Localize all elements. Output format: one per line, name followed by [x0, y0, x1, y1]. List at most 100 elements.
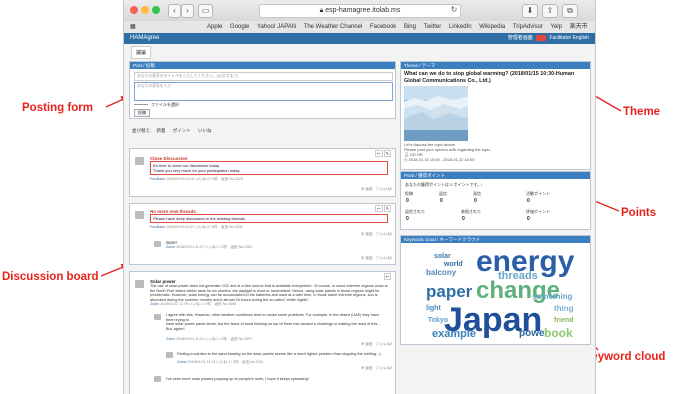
reply-link[interactable]: ⊕ 返信: [361, 232, 373, 236]
post-author[interactable]: Zokru: [166, 337, 175, 341]
points-label: 発信: [473, 191, 481, 196]
file-select-button[interactable]: ファイルを選択: [134, 102, 179, 108]
reply-link[interactable]: ⊕ 返信: [361, 256, 373, 260]
cloud-word[interactable]: paper: [426, 283, 472, 300]
points-label: 評価ポイント: [526, 209, 550, 214]
submit-button[interactable]: 投稿: [134, 109, 150, 117]
reply-line: I agree with this. However, other weathe…: [166, 313, 379, 322]
post-body-line: Please have deep discussion in the exist…: [153, 216, 246, 221]
notification-badge: [536, 34, 547, 41]
nav-admin[interactable]: 管理者画面: [508, 35, 533, 41]
post-meta: 2018/01/21 11:09 いいね 1 / 0件 · 返信 No.2096: [160, 302, 237, 307]
share-icon[interactable]: ⇪: [542, 4, 558, 18]
avatar: [154, 314, 161, 320]
sort-option-points[interactable]: ポイント: [173, 128, 191, 133]
avatar: [135, 211, 144, 219]
points-label: 返信: [439, 191, 447, 196]
cloud-word[interactable]: world: [444, 261, 463, 268]
tabs-icon[interactable]: ⧉: [562, 4, 578, 18]
download-icon[interactable]: ⬇: [522, 4, 538, 18]
address-bar[interactable]: 🔒︎ esp-hamagree.itolab.ms: [259, 4, 461, 18]
reload-icon[interactable]: ↻: [449, 4, 459, 16]
thread-card: ↩ ✎ No more new threads. Please have dee…: [129, 203, 396, 265]
title-bar: ‹ › ▭ 🔒︎ esp-hamagree.itolab.ms ↻ ⬇ ⇪ ⧉: [124, 0, 595, 22]
like-link[interactable]: ♡ いいね!: [376, 342, 392, 346]
post-body-box: It's time to close our discussion today.…: [150, 161, 388, 175]
back-icon[interactable]: ‹: [168, 4, 181, 18]
cloud-word[interactable]: something: [532, 293, 572, 301]
brand-logo[interactable]: HAMAgree: [130, 35, 159, 41]
reply-link[interactable]: ⊕ 返信: [361, 366, 373, 370]
cloud-word[interactable]: friend: [554, 317, 573, 324]
cloud-word[interactable]: solar: [434, 253, 451, 260]
post-body-box: Please have deep discussion in the exist…: [150, 214, 388, 223]
avatar: [154, 376, 161, 382]
post-author[interactable]: Facilitator: [150, 225, 166, 229]
post-author[interactable]: Facilitator: [150, 177, 166, 181]
keyword-cloud-header: Keywords cloud / キーワードクラウド: [401, 236, 590, 243]
post-author[interactable]: Zokru: [166, 245, 175, 249]
fav-item[interactable]: Yelp: [551, 24, 562, 30]
cloud-word[interactable]: thing: [554, 305, 574, 313]
post-item: Close Discussion It's time to close our …: [150, 156, 388, 182]
post-actions: ⊕ 返信 ♡ いいね!: [361, 256, 392, 261]
fav-item[interactable]: TripAdvisor: [513, 24, 543, 30]
word-cloud: energy Japan change paper threads power …: [404, 245, 587, 341]
post-meta: 2018/01/21 11:07 いいね 1 / 0件 · 返信 No.2181: [176, 245, 253, 249]
reply-item: Sure! Zokru 2018/01/21 11:07 いいね 1 / 0件 …: [166, 240, 252, 250]
points-value: 0: [527, 198, 530, 204]
fav-item[interactable]: Wikipedia: [479, 24, 505, 30]
cloud-word[interactable]: Tokyo: [428, 317, 448, 324]
like-link[interactable]: ♡ いいね!: [376, 232, 392, 236]
fav-item[interactable]: The Weather Channel: [304, 24, 363, 30]
theme-title: What can we do to stop global warming? (…: [404, 71, 575, 84]
sidebar-icon[interactable]: ▭: [198, 4, 213, 18]
fav-item[interactable]: Apple: [207, 24, 222, 30]
fav-item[interactable]: Yahoo! JAPAN: [257, 24, 296, 30]
nav-language[interactable]: English: [573, 35, 589, 41]
cloud-word[interactable]: example: [432, 329, 476, 340]
reply-link[interactable]: ⊕ 返信: [361, 342, 373, 346]
cloud-word[interactable]: threads: [498, 271, 538, 282]
nav-role[interactable]: Facilitator: [550, 35, 572, 41]
points-value: 0: [406, 198, 409, 204]
fav-item[interactable]: Bing: [404, 24, 416, 30]
points-label: 返信された: [405, 209, 425, 214]
post-body-input[interactable]: あなたの意見を入力: [134, 82, 393, 101]
points-header: Point / 獲得ポイント: [401, 172, 590, 179]
fav-item[interactable]: Twitter: [424, 24, 442, 30]
tab-discussion[interactable]: 議論: [131, 46, 152, 59]
post-actions: ⊕ 返信 ♡ いいね!: [361, 366, 392, 371]
avatar: [154, 241, 161, 247]
post-author[interactable]: Zokru: [150, 302, 159, 306]
post-actions: ⊕ 返信 ♡ いいね!: [361, 232, 392, 237]
minimize-window-button[interactable]: [141, 6, 149, 14]
post-author[interactable]: Guest: [177, 360, 187, 364]
post-actions: ⊕ 返信 ♡ いいね!: [361, 187, 392, 192]
fav-item[interactable]: LinkedIn: [449, 24, 472, 30]
close-window-button[interactable]: [130, 6, 138, 14]
fav-item[interactable]: Facebook: [370, 24, 396, 30]
reply-link[interactable]: ⊕ 返信: [361, 187, 373, 191]
post-title-input[interactable]: あなたの意見のタイトルを入力してください。(50文字まで): [134, 72, 393, 81]
cloud-word[interactable]: light: [426, 305, 441, 312]
post-meta: 2018/01/21 11:12 いいね 1 / 0件 · 返信 No.2097: [176, 337, 253, 342]
like-link[interactable]: ♡ いいね!: [376, 187, 392, 191]
like-link[interactable]: ♡ いいね!: [376, 256, 392, 260]
cloud-word[interactable]: book: [544, 327, 573, 339]
cloud-word[interactable]: balcony: [426, 269, 456, 277]
reply-line: Finding a solution to the sand blowing o…: [177, 352, 381, 356]
theme-caption: Let's discuss the topic above. Please po…: [404, 142, 584, 162]
points-label: 活動ポイント: [526, 191, 550, 196]
sort-option-new[interactable]: 新着: [157, 128, 166, 133]
zoom-window-button[interactable]: [152, 6, 160, 14]
like-link[interactable]: ♡ いいね!: [376, 366, 392, 370]
forward-icon[interactable]: ›: [181, 4, 194, 18]
reply-item: Finding a solution to the sand blowing o…: [177, 352, 389, 365]
grid-icon[interactable]: ▦: [130, 24, 136, 30]
fav-item[interactable]: Google: [230, 24, 249, 30]
post-body-line: The use of solar power does not generate…: [150, 284, 388, 288]
post-meta: 2018/01/20 11:07 いいね 0 / 0件 · 返信 No.2200: [166, 225, 243, 229]
sort-option-likes[interactable]: いいね: [198, 128, 212, 133]
sort-label: 並び替え: [132, 128, 150, 133]
